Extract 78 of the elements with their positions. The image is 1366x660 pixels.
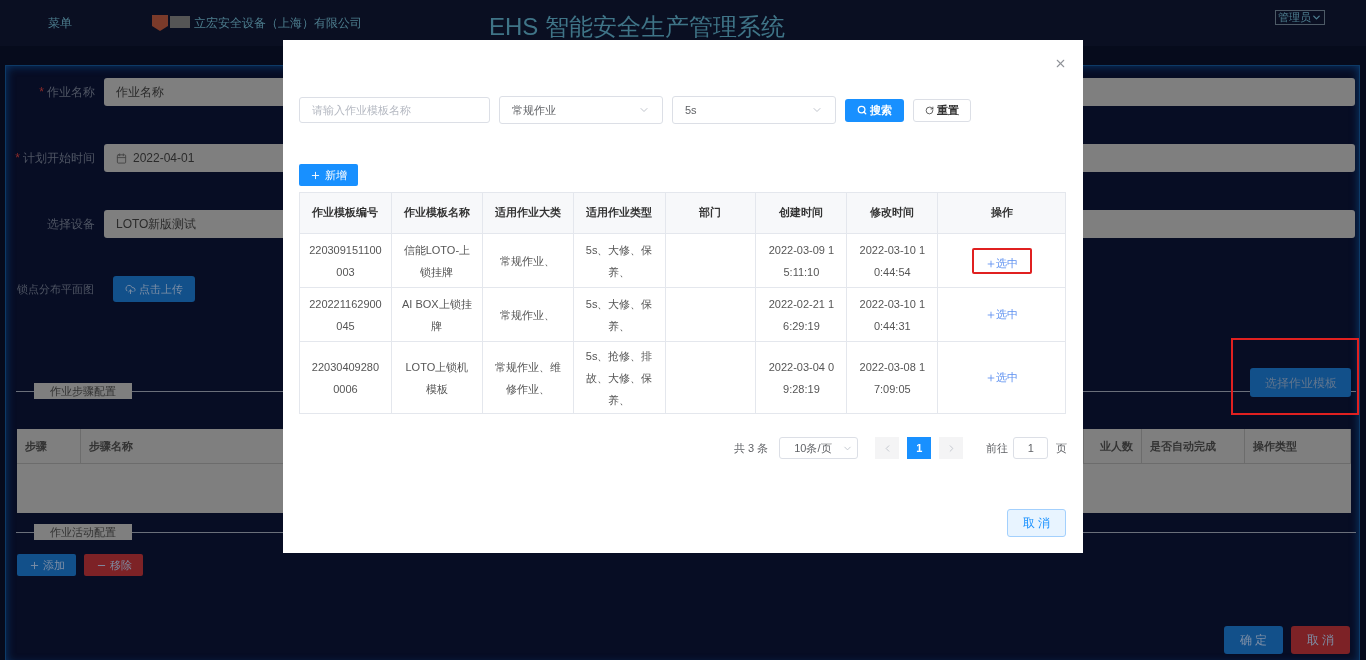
plus-icon [985,309,996,320]
field-label: 计划开始时间 [23,150,95,167]
calendar-icon [116,152,127,164]
caret-icon [1311,12,1322,23]
select-link[interactable]: 选中 [971,247,1032,274]
user-menu[interactable]: 管理员 [1275,10,1325,25]
add-button[interactable]: 添加 [17,554,76,576]
category-select[interactable]: 常规作业 [499,96,663,124]
company-name: 立宏安全设备（上海）有限公司 [194,15,362,32]
column-header: 作业模板编号 [300,193,392,234]
search-icon [857,105,867,115]
section-title: 作业活动配置 [34,523,132,541]
column-header: 修改时间 [847,193,939,234]
column-header: 部门 [665,193,757,234]
type-select[interactable]: 5s [672,96,836,124]
confirm-button[interactable]: 确 定 [1224,626,1283,654]
plus-icon [985,372,996,383]
page-suffix: 页 [1056,440,1068,456]
cloud-icon [125,283,136,295]
table-cell: 5s、抢修、排故、大修、保养、 [573,342,666,414]
refresh-icon [925,105,934,115]
table-cell: 常规作业、 [482,288,574,342]
column-header: 操作 [938,193,1066,234]
cancel-button[interactable]: 取 消 [1007,509,1066,537]
table-cell: 5s、大修、保养、 [573,288,666,342]
remove-button[interactable]: 移除 [84,554,143,576]
select-link[interactable]: 选中 [973,301,1030,328]
section-title: 作业步骤配置 [34,382,132,400]
column-header: 作业模板名称 [391,193,483,234]
close-icon[interactable] [1054,57,1067,70]
cancel-button[interactable]: 取 消 [1291,626,1350,654]
reset-button[interactable]: 重置 [913,98,971,122]
field-label: 锁点分布平面图 [17,281,95,297]
column-header: 适用作业大类 [482,193,574,234]
plus-icon [985,258,996,269]
table-cell: 220309151100003 [300,234,392,288]
page-input[interactable]: 1 [1013,437,1049,459]
table-cell: 2022-03-10 10:44:31 [847,288,939,342]
plus-icon [310,169,321,181]
table-cell: 常规作业、维修作业、 [482,342,574,414]
column-header: 是否自动完成 [1142,429,1245,463]
column-header: 创建时间 [756,193,848,234]
select-template-button[interactable]: 选择作业模板 [1250,368,1351,397]
table-cell: 2022-03-09 15:11:10 [756,234,848,288]
prev-page-button[interactable] [875,437,900,459]
system-title: EHS 智能安全生产管理系统 [489,12,785,42]
table-cell: LOTO上锁机模板 [391,342,483,414]
table-cell: 2022-03-08 17:09:05 [847,342,939,414]
logo-icon [152,14,192,32]
new-button[interactable]: 新增 [299,164,358,186]
select-link[interactable]: 选中 [973,364,1030,391]
table-cell: 常规作业、 [482,234,574,288]
upload-button[interactable]: 点击上传 [113,276,195,302]
field-label: 作业名称 [47,84,95,101]
required-mark: * [15,150,20,167]
table-cell: 信能LOTO-上锁挂牌 [391,234,483,288]
table-cell: 220221162900045 [300,288,392,342]
search-field[interactable]: 请输入作业模板名称 [299,97,490,123]
field-label: 选择设备 [47,216,95,233]
menu-label[interactable]: 菜单 [48,14,72,32]
search-button[interactable]: 搜索 [845,98,904,122]
required-mark: * [39,84,44,101]
table-cell: 2022-02-21 16:29:19 [756,288,848,342]
column-header: 操作类型 [1245,429,1351,463]
total-count: 共 3 条 [734,440,769,456]
column-header: 业人数 [1084,429,1142,463]
table-cell: AI BOX上锁挂牌 [391,288,483,342]
table-cell: 5s、大修、保养、 [573,234,666,288]
plus-icon [28,559,40,571]
column-header: 步骤 [17,429,81,463]
page-size-select[interactable]: 10条/页 [779,437,859,459]
table-cell: 2022-03-04 09:28:19 [756,342,848,414]
next-page-button[interactable] [939,437,964,459]
column-header: 适用作业类型 [573,193,666,234]
table-cell: 220304092800006 [300,342,392,414]
page-button[interactable]: 1 [907,437,932,459]
goto-label: 前往 [986,440,1009,456]
table-cell: 2022-03-10 10:44:54 [847,234,939,288]
